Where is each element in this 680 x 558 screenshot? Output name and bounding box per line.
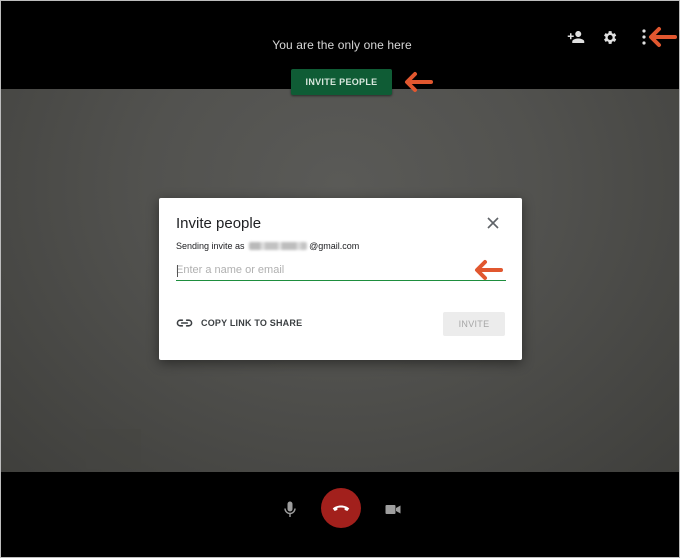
annotation-arrow-icon [649,27,677,47]
gear-icon[interactable] [599,27,619,47]
invite-people-dialog: Invite people Sending invite as @gmail.c… [159,198,522,360]
invite-button[interactable]: INVITE [443,312,505,336]
annotation-arrow-icon [405,72,433,92]
close-icon[interactable] [484,214,502,232]
annotation-arrow-icon [475,260,503,280]
invite-people-button[interactable]: INVITE PEOPLE [291,69,392,95]
redacted-email-blur [249,242,308,250]
sending-email-suffix: @gmail.com [309,241,360,251]
add-person-icon[interactable] [566,27,586,47]
dialog-title: Invite people [176,215,262,232]
copy-link-label: COPY LINK TO SHARE [201,318,303,328]
microphone-icon[interactable] [282,499,298,519]
camera-icon[interactable] [384,499,402,519]
hang-up-icon [332,505,350,511]
copy-link-button[interactable]: COPY LINK TO SHARE [176,318,302,328]
text-caret [177,265,178,277]
call-controls-bar [1,472,679,557]
meeting-window: You are the only one here INVITE PEOPLE … [0,0,680,558]
sending-prefix: Sending invite as [176,241,245,251]
hang-up-button[interactable] [321,488,361,528]
sending-invite-as: Sending invite as @gmail.com [176,241,359,251]
background-object [86,429,141,469]
link-icon [176,319,193,327]
name-or-email-input[interactable] [176,260,506,281]
